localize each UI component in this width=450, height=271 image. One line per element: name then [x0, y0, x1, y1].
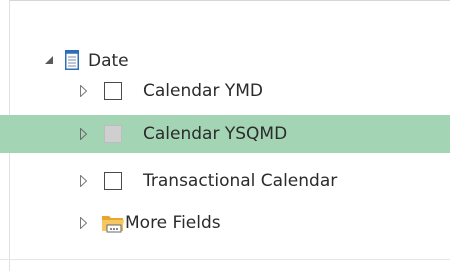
field-checkbox[interactable] — [104, 172, 122, 190]
collapsed-triangle-icon[interactable] — [80, 217, 87, 229]
panel-top-border — [10, 0, 450, 1]
field-checkbox[interactable] — [104, 82, 122, 100]
panel-bottom-border — [0, 259, 450, 260]
field-row-transactional-calendar[interactable]: Transactional Calendar — [0, 164, 450, 198]
table-name-label: Date — [88, 51, 129, 71]
field-label: Calendar YMD — [143, 81, 263, 101]
table-row-date[interactable]: Date — [0, 44, 450, 78]
more-fields-row[interactable]: More Fields — [0, 206, 450, 240]
field-row-calendar-ysqmd[interactable]: Calendar YSQMD — [0, 115, 450, 153]
field-checkbox[interactable] — [104, 125, 122, 143]
field-label: Calendar YSQMD — [143, 124, 288, 144]
more-fields-label: More Fields — [125, 213, 221, 233]
collapsed-triangle-icon[interactable] — [80, 175, 87, 187]
folder-icon — [102, 216, 124, 233]
field-label: Transactional Calendar — [143, 171, 338, 191]
collapsed-triangle-icon[interactable] — [80, 128, 87, 140]
collapsed-triangle-icon[interactable] — [80, 85, 87, 97]
field-list-panel: Date Calendar YMD Calendar YSQMD Transac… — [0, 0, 450, 271]
expanded-triangle-icon[interactable] — [45, 56, 54, 65]
field-row-calendar-ymd[interactable]: Calendar YMD — [0, 74, 450, 108]
table-icon — [65, 50, 79, 70]
